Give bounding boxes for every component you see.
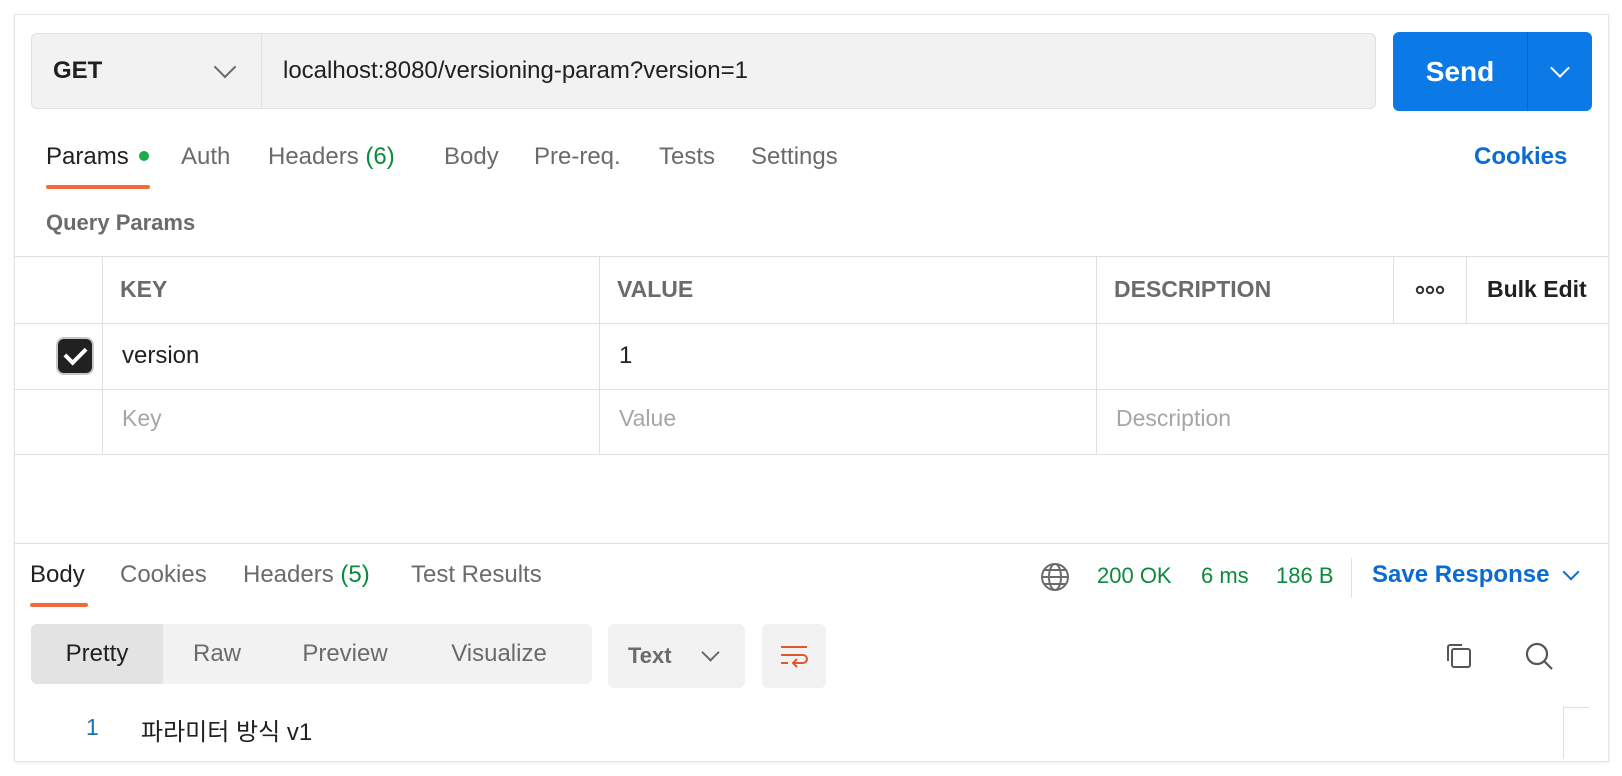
tab-settings[interactable]: Settings (751, 143, 838, 171)
new-key-input[interactable]: Key (122, 405, 162, 432)
send-button[interactable]: Send (1393, 32, 1527, 111)
response-active-tab-underline (30, 603, 88, 607)
response-tab-test-results[interactable]: Test Results (411, 561, 542, 589)
param-value-cell[interactable]: 1 (619, 342, 632, 370)
bulk-edit-button[interactable]: Bulk Edit (1487, 276, 1587, 303)
globe-icon[interactable] (1040, 562, 1070, 597)
column-header-key: KEY (120, 276, 168, 302)
method-select[interactable]: GET (31, 33, 261, 109)
view-mode-raw[interactable]: Raw (163, 624, 271, 684)
response-tab-headers-label: Headers (243, 561, 334, 588)
table-col-divider (1096, 256, 1097, 454)
response-tab-body[interactable]: Body (30, 561, 85, 589)
column-header-value: VALUE (617, 276, 694, 302)
column-header-description: DESCRIPTION (1114, 276, 1272, 302)
url-input[interactable]: localhost:8080/versioning-param?version=… (261, 33, 1376, 109)
cookies-link[interactable]: Cookies (1474, 143, 1567, 171)
line-number: 1 (86, 714, 99, 740)
chevron-down-icon (1550, 57, 1570, 78)
chevron-down-icon (701, 642, 720, 662)
chevron-down-icon (1562, 563, 1580, 581)
table-col-divider (599, 256, 600, 454)
format-label: Text (628, 643, 672, 668)
response-divider (15, 543, 1608, 544)
send-button-group: Send (1393, 32, 1592, 111)
table-border-top (15, 256, 1608, 257)
new-value-input[interactable]: Value (619, 405, 676, 432)
view-mode-visualize[interactable]: Visualize (419, 624, 579, 684)
new-description-input[interactable]: Description (1116, 405, 1231, 432)
method-label: GET (53, 57, 103, 84)
scrollbar-track[interactable] (1563, 707, 1589, 759)
param-enabled-checkbox[interactable] (58, 339, 92, 373)
table-border-bottom (15, 454, 1608, 455)
headers-count: (6) (365, 143, 395, 170)
view-mode-preview[interactable]: Preview (271, 624, 419, 684)
tab-params[interactable]: Params (46, 143, 149, 171)
query-params-title: Query Params (46, 210, 196, 235)
response-tab-cookies[interactable]: Cookies (120, 561, 207, 589)
response-tab-headers[interactable]: Headers (5) (243, 561, 370, 589)
tab-prereq[interactable]: Pre-req. (534, 143, 621, 171)
view-mode-pretty[interactable]: Pretty (31, 624, 163, 684)
params-active-dot (138, 150, 149, 161)
table-row-border (15, 389, 1608, 390)
tab-headers-label: Headers (268, 143, 359, 170)
tab-params-label: Params (46, 143, 129, 170)
wrap-lines-icon (781, 646, 808, 668)
table-col-divider (102, 256, 103, 454)
wrap-lines-button[interactable] (762, 624, 826, 688)
format-select[interactable]: Text (608, 624, 745, 688)
status-code[interactable]: 200 OK (1097, 563, 1172, 589)
view-mode-selector: Pretty Raw Preview Visualize (31, 624, 592, 684)
table-col-divider (1466, 256, 1467, 323)
tab-headers[interactable]: Headers (6) (268, 143, 395, 171)
table-header-border (15, 323, 1608, 324)
copy-icon[interactable] (1443, 640, 1475, 677)
send-options-button[interactable] (1528, 32, 1592, 111)
param-key-cell[interactable]: version (122, 342, 199, 370)
tab-auth[interactable]: Auth (181, 143, 230, 171)
more-options-icon[interactable] (1415, 280, 1445, 305)
tab-body[interactable]: Body (444, 143, 499, 171)
tab-tests[interactable]: Tests (659, 143, 715, 171)
active-tab-underline (46, 185, 150, 189)
search-icon[interactable] (1523, 640, 1555, 677)
response-headers-count: (5) (340, 561, 370, 588)
response-size[interactable]: 186 B (1276, 563, 1334, 589)
table-col-divider (1393, 256, 1394, 323)
response-body-line: 파라미터 방식 v1 (141, 719, 313, 746)
response-time[interactable]: 6 ms (1201, 563, 1249, 589)
chevron-down-icon (213, 55, 237, 79)
save-response-label: Save Response (1372, 561, 1550, 588)
status-divider (1351, 558, 1352, 598)
save-response-button[interactable]: Save Response (1372, 561, 1580, 589)
